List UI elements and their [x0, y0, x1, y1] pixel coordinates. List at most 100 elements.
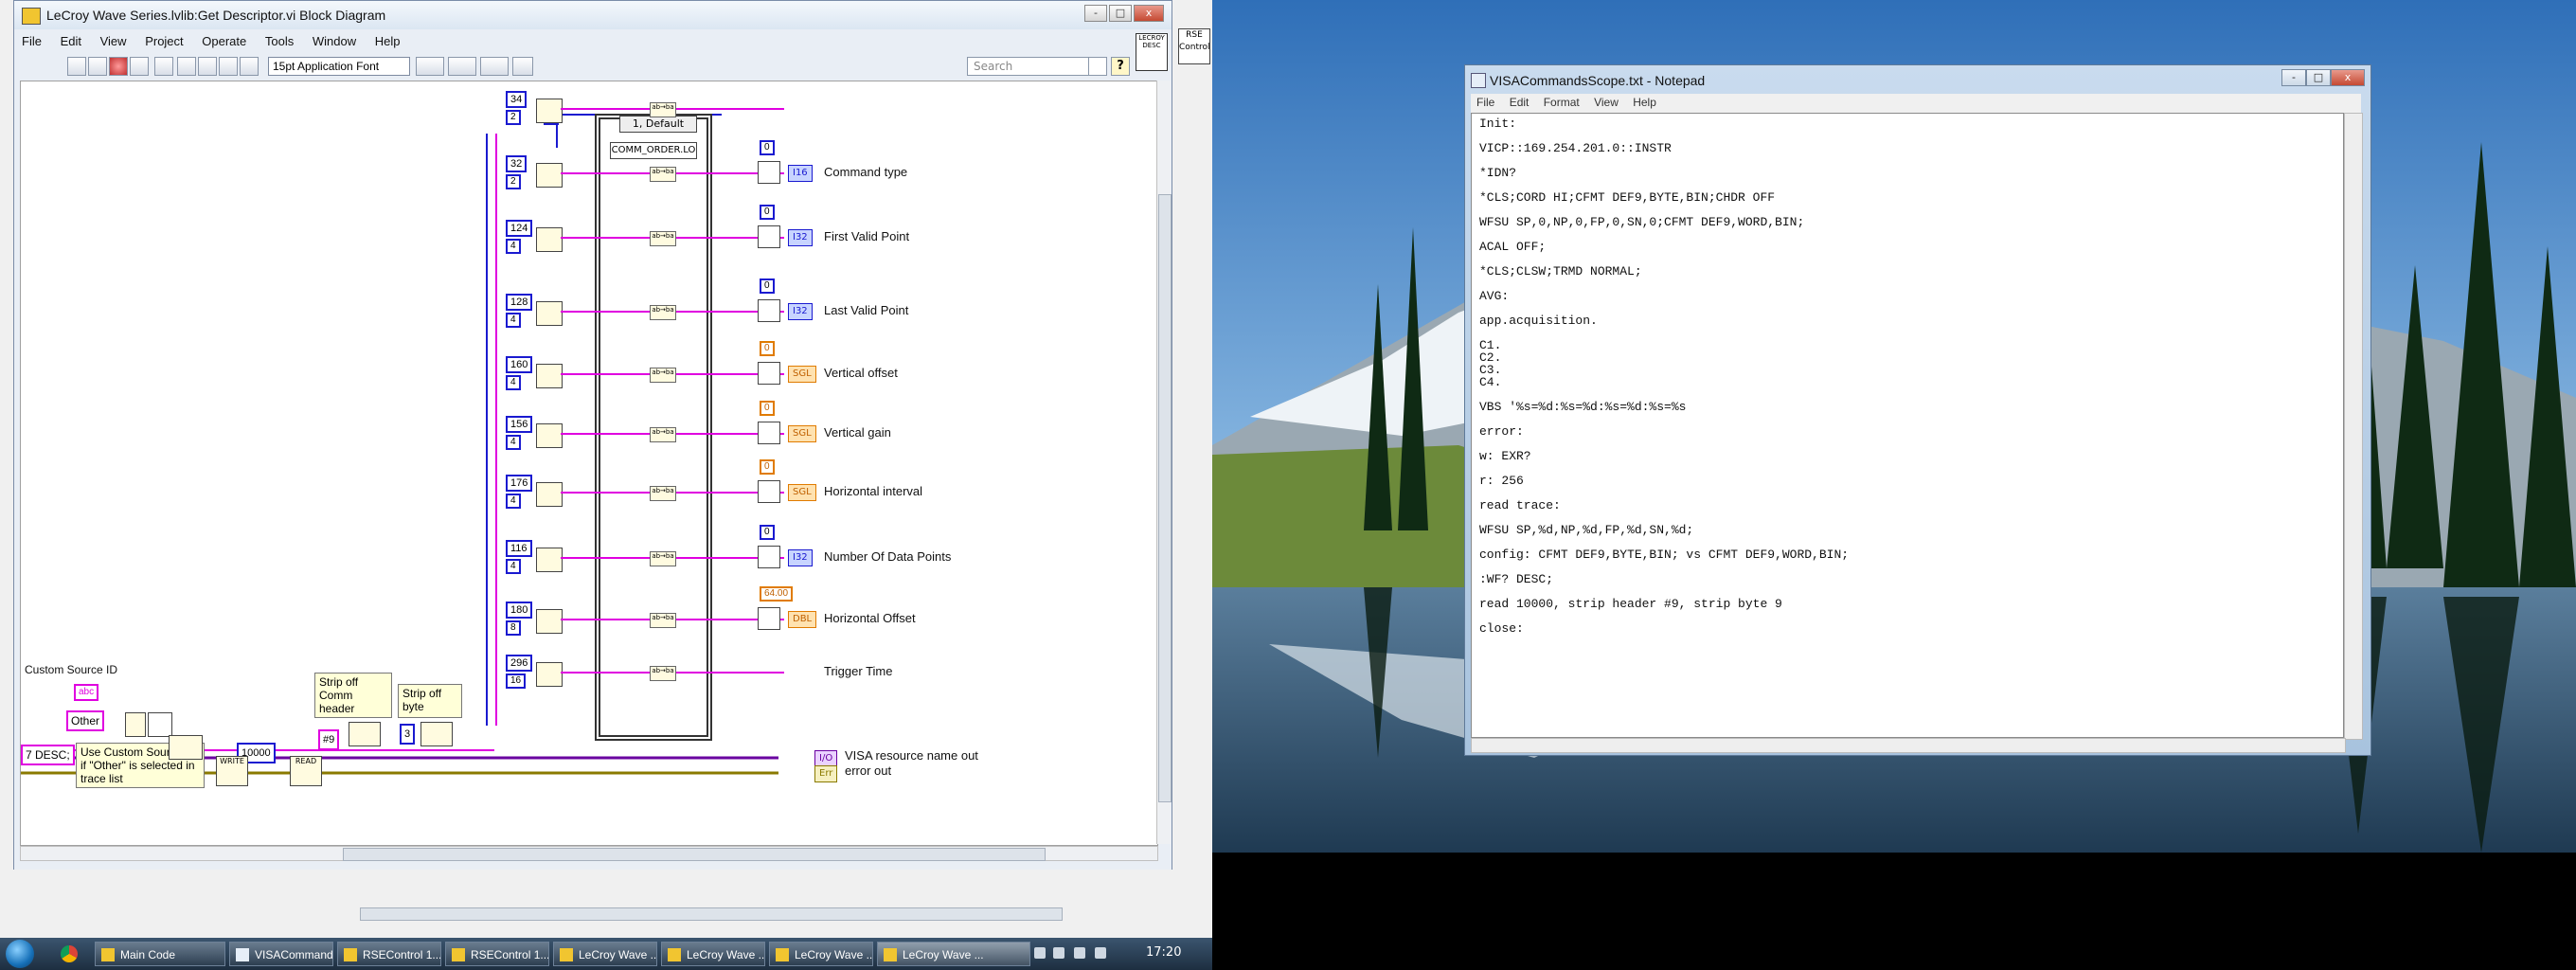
visa-read-node[interactable]: READ — [290, 756, 322, 786]
maximize-button[interactable]: □ — [1109, 5, 1132, 22]
offset-constant[interactable]: 176 — [506, 475, 533, 492]
volume-icon[interactable] — [1095, 947, 1106, 959]
split-node[interactable] — [536, 423, 563, 448]
np-menu-help[interactable]: Help — [1627, 94, 1662, 111]
diagram-vertical-scrollbar[interactable] — [1156, 81, 1172, 844]
split-node[interactable] — [536, 364, 563, 388]
offset-constant[interactable]: 124 — [506, 220, 533, 237]
indicator-terminal[interactable]: SGL — [788, 484, 816, 501]
select-node[interactable] — [148, 712, 172, 737]
np-menu-file[interactable]: File — [1471, 94, 1500, 111]
menu-window[interactable]: Window — [305, 31, 364, 51]
type-constant[interactable]: 0 — [760, 525, 775, 540]
font-select[interactable]: 15pt Application Font — [268, 57, 410, 76]
byte-count-constant[interactable]: 3 — [400, 724, 416, 745]
type-cast-node[interactable]: ab→ba — [650, 167, 676, 182]
labview-block-diagram-window[interactable]: LeCroy Wave Series.lvlib:Get Descriptor.… — [13, 0, 1172, 871]
offset-constant[interactable]: 180 — [506, 602, 533, 619]
type-cast-icon[interactable] — [758, 607, 780, 630]
notepad-minimize-button[interactable]: - — [2281, 69, 2306, 86]
split-node[interactable] — [536, 163, 563, 188]
type-constant[interactable]: 0 — [760, 401, 775, 416]
np-menu-view[interactable]: View — [1588, 94, 1624, 111]
minimize-button[interactable]: - — [1084, 5, 1107, 22]
notepad-close-button[interactable]: x — [2331, 69, 2365, 86]
indicator-terminal[interactable]: DBL — [788, 611, 817, 628]
notepad-horizontal-scrollbar[interactable] — [1471, 738, 2346, 753]
type-cast-node[interactable]: ab→ba — [650, 666, 676, 681]
offset-constant[interactable]: 296 — [506, 655, 533, 672]
notepad-text-area[interactable]: Init: VICP::169.254.201.0::INSTR *IDN? *… — [1471, 113, 2344, 738]
split-node[interactable] — [536, 609, 563, 634]
offset-constant[interactable]: 34 — [506, 91, 528, 108]
split-node[interactable] — [536, 99, 563, 123]
run-continuously-icon[interactable] — [88, 57, 107, 76]
split-node[interactable] — [536, 482, 563, 507]
size-constant[interactable]: 4 — [506, 435, 521, 450]
split-node[interactable] — [536, 548, 563, 572]
underlying-scrollbar[interactable] — [360, 907, 1063, 921]
type-constant[interactable]: 0 — [760, 341, 775, 356]
offset-constant[interactable]: 32 — [506, 155, 528, 172]
taskbar-item-active[interactable]: LeCroy Wave ... — [877, 942, 1030, 966]
concatenate-node[interactable] — [169, 735, 203, 760]
taskbar-item[interactable]: LeCroy Wave ... — [553, 942, 657, 966]
indicator-terminal[interactable]: I32 — [788, 303, 813, 320]
menu-edit[interactable]: Edit — [53, 31, 89, 51]
split-node[interactable] — [536, 662, 563, 687]
block-diagram-canvas[interactable]: 1, Default COMM_ORDER.LO 0 342ab→ba322ab… — [20, 81, 1158, 846]
rse-control-panel-icon[interactable]: RSE Control — [1178, 28, 1210, 64]
type-cast-icon[interactable] — [758, 299, 780, 322]
type-cast-node[interactable]: ab→ba — [650, 102, 676, 117]
type-cast-icon[interactable] — [758, 480, 780, 503]
notepad-window[interactable]: VISACommandsScope.txt - Notepad - □ x Fi… — [1464, 64, 2371, 756]
case-enum-constant[interactable]: COMM_ORDER.LO — [610, 142, 697, 159]
start-button[interactable] — [6, 940, 34, 968]
type-cast-icon[interactable] — [758, 422, 780, 444]
custom-source-control[interactable]: abc — [74, 684, 99, 701]
menu-operate[interactable]: Operate — [194, 31, 254, 51]
distribute-objects-icon[interactable] — [448, 57, 476, 76]
type-cast-node[interactable]: ab→ba — [650, 427, 676, 442]
notepad-maximize-button[interactable]: □ — [2306, 69, 2331, 86]
split-node[interactable] — [536, 227, 563, 252]
taskbar-item[interactable]: Main Code — [95, 942, 225, 966]
pause-icon[interactable] — [130, 57, 149, 76]
case-selector[interactable]: 1, Default — [619, 116, 697, 133]
indicator-terminal[interactable]: I32 — [788, 229, 813, 246]
type-cast-node[interactable]: ab→ba — [650, 613, 676, 628]
taskbar-item[interactable]: VISACommands... — [229, 942, 333, 966]
size-constant[interactable]: 2 — [506, 110, 521, 125]
chrome-icon[interactable] — [61, 945, 78, 962]
menu-tools[interactable]: Tools — [258, 31, 301, 51]
size-constant[interactable]: 4 — [506, 313, 521, 328]
type-cast-icon[interactable] — [758, 161, 780, 184]
strip-header-node[interactable] — [349, 722, 381, 746]
tray-arrow-icon[interactable] — [1034, 947, 1046, 959]
menu-file[interactable]: File — [14, 31, 49, 51]
abort-icon[interactable] — [109, 57, 128, 76]
equal-compare-node[interactable] — [125, 712, 146, 737]
desc-string-constant[interactable]: 7 DESC; — [21, 745, 75, 765]
np-menu-format[interactable]: Format — [1538, 94, 1585, 111]
type-constant[interactable]: 0 — [760, 459, 775, 475]
size-constant[interactable]: 2 — [506, 174, 521, 189]
step-over-icon[interactable] — [219, 57, 238, 76]
align-objects-icon[interactable] — [416, 57, 444, 76]
context-help-icon[interactable]: ? — [1111, 57, 1130, 76]
flag-icon[interactable] — [1053, 947, 1064, 959]
notepad-vertical-scrollbar[interactable] — [2344, 113, 2363, 740]
indicator-terminal[interactable]: SGL — [788, 425, 816, 442]
taskbar-item[interactable]: RSEControl 1... — [337, 942, 441, 966]
indicator-terminal[interactable]: I16 — [788, 165, 813, 182]
taskbar-item[interactable]: LeCroy Wave ... — [661, 942, 765, 966]
menu-project[interactable]: Project — [137, 31, 190, 51]
hash9-constant[interactable]: #9 — [318, 729, 340, 750]
vi-icon-pane[interactable]: LECROY DESC — [1136, 33, 1168, 71]
menu-help[interactable]: Help — [367, 31, 408, 51]
type-cast-node[interactable]: ab→ba — [650, 486, 676, 501]
network-icon[interactable] — [1074, 947, 1085, 959]
size-constant[interactable]: 4 — [506, 375, 521, 390]
cleanup-diagram-icon[interactable] — [512, 57, 533, 76]
offset-constant[interactable]: 116 — [506, 540, 532, 557]
